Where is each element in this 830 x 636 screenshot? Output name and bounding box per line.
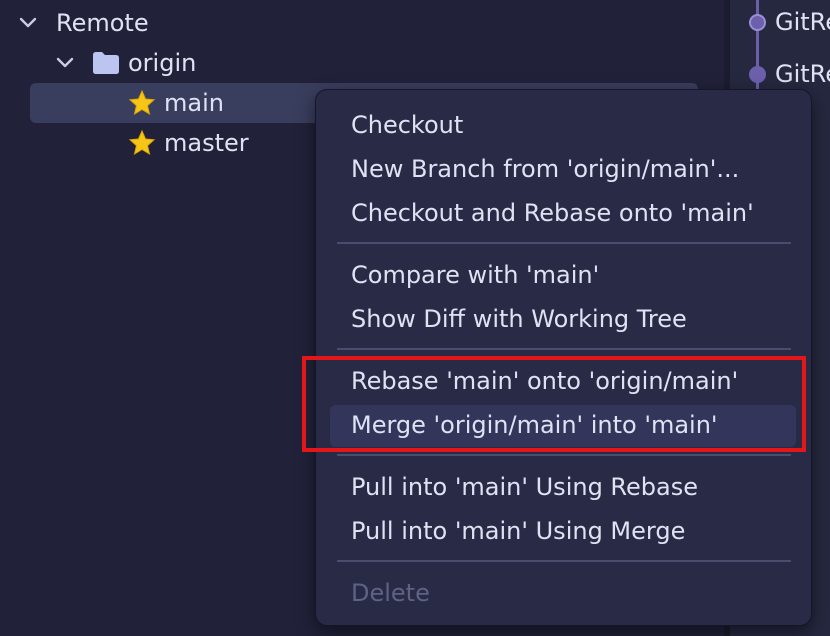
commit-message[interactable]: GitRe bbox=[775, 8, 830, 36]
star-icon bbox=[128, 129, 156, 163]
tree-branch-label: master bbox=[164, 129, 249, 157]
chevron-down-icon[interactable] bbox=[18, 13, 38, 33]
graph-node-icon bbox=[749, 66, 766, 83]
annotation-highlight-box bbox=[302, 356, 806, 452]
menu-separator bbox=[337, 348, 791, 350]
menu-item-pull-merge[interactable]: Pull into 'main' Using Merge bbox=[351, 511, 685, 551]
menu-item-show-diff[interactable]: Show Diff with Working Tree bbox=[351, 299, 687, 339]
menu-item-pull-rebase[interactable]: Pull into 'main' Using Rebase bbox=[351, 467, 698, 507]
chevron-down-icon[interactable] bbox=[55, 53, 75, 73]
menu-item-checkout-rebase[interactable]: Checkout and Rebase onto 'main' bbox=[351, 193, 754, 233]
graph-node-icon bbox=[749, 14, 766, 31]
tree-node-origin[interactable]: origin bbox=[0, 43, 700, 83]
tree-node-label: Remote bbox=[56, 9, 149, 37]
menu-item-checkout[interactable]: Checkout bbox=[351, 105, 463, 145]
menu-separator bbox=[337, 560, 791, 562]
star-icon bbox=[128, 89, 156, 123]
menu-separator bbox=[337, 242, 791, 244]
tree-branch-label: main bbox=[164, 89, 224, 117]
menu-separator bbox=[337, 454, 791, 456]
tree-node-label: origin bbox=[128, 49, 197, 77]
folder-icon bbox=[92, 51, 120, 81]
menu-item-compare[interactable]: Compare with 'main' bbox=[351, 255, 599, 295]
tree-node-remote[interactable]: Remote bbox=[0, 3, 700, 43]
menu-item-new-branch[interactable]: New Branch from 'origin/main'... bbox=[351, 149, 739, 189]
menu-item-delete: Delete bbox=[351, 579, 430, 607]
commit-message[interactable]: GitRe bbox=[775, 60, 830, 88]
